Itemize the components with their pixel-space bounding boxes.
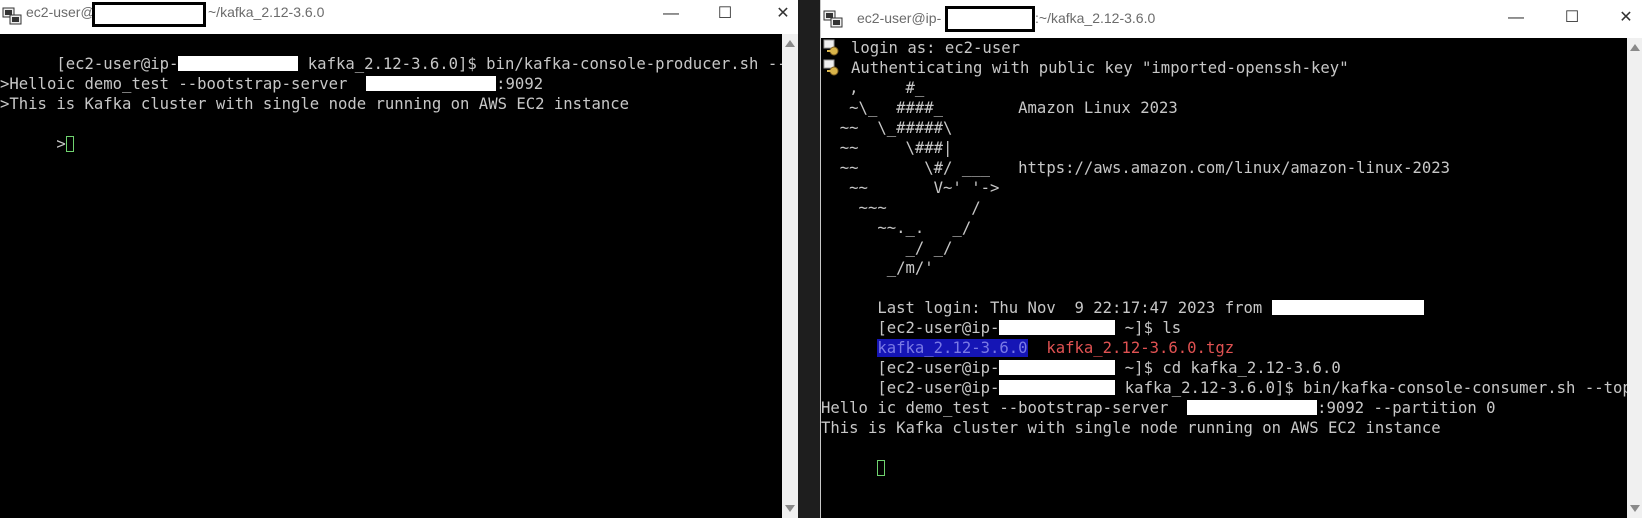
title-bar[interactable]: ec2-user@ip- :~/kafka_2.12-3.6.0 — ☐ ✕ <box>821 0 1642 38</box>
terminal-line: Authenticating with public key "imported… <box>851 59 1349 77</box>
ascii-art-line: _/m/' <box>821 259 934 277</box>
ascii-art-line: ~~ \_#####\ <box>821 119 953 137</box>
terminal-line: Hello <box>821 399 868 417</box>
redacted-hostname <box>945 6 1035 32</box>
terminal-prompt-line <box>821 438 886 476</box>
ascii-art-line: ~~ V~' '-> <box>821 179 1000 197</box>
terminal-line: [ec2-user@ip- ~]$ cd kafka_2.12-3.6.0 <box>877 359 1341 377</box>
terminal-prompt-line: > <box>0 114 74 153</box>
window-title-path: ~/kafka_2.12-3.6.0 <box>208 4 325 20</box>
terminal-line: [ec2-user@ip- kafka_2.12-3.6.0]$ bin/kaf… <box>877 379 1632 397</box>
terminal-line: This is Kafka cluster with single node r… <box>821 419 1441 437</box>
putty-icon <box>823 10 843 28</box>
redacted-server <box>1187 400 1318 415</box>
redacted-ip <box>1271 300 1424 315</box>
terminal-line: login as: ec2-user <box>851 39 1020 57</box>
ascii-art-line: ~~~ / <box>821 199 981 217</box>
ascii-art-line: ~~ \###| <box>821 139 953 157</box>
scrollbar[interactable] <box>782 34 798 518</box>
terminal-line: [ec2-user@ip- ~]$ ls <box>877 319 1182 337</box>
scroll-up-arrow-icon[interactable] <box>785 40 795 47</box>
terminal-area[interactable]: login as: ec2-user Authenticating with p… <box>821 38 1632 518</box>
terminal-area[interactable]: [ec2-user@ip- kafka_2.12-3.6.0]$ bin/kaf… <box>0 34 798 518</box>
maximize-button[interactable]: ☐ <box>1549 6 1595 32</box>
last-login-line: Last login: Thu Nov 9 22:17:47 2023 from <box>821 278 1424 317</box>
terminal-line: ic demo_test --bootstrap-server :9092 <box>56 75 544 93</box>
ascii-art-line: _/ _/ <box>821 239 953 257</box>
redacted-server <box>366 76 497 91</box>
putty-icon <box>2 7 22 25</box>
desktop-gap <box>798 0 820 518</box>
scroll-down-arrow-icon[interactable] <box>785 505 795 512</box>
terminal-line: ic demo_test --bootstrap-server :9092 --… <box>877 399 1496 417</box>
close-button[interactable]: ✕ <box>760 2 798 28</box>
close-button[interactable]: ✕ <box>1603 6 1642 32</box>
ascii-art-line: ~\_ ####_ Amazon Linux 2023 <box>821 99 1178 117</box>
scrollbar[interactable] <box>1627 38 1642 518</box>
window-title-path: :~/kafka_2.12-3.6.0 <box>1035 10 1156 26</box>
ascii-art-line: , #_ <box>821 79 925 97</box>
window-title-prefix: ec2-user@ <box>26 4 95 20</box>
key-icon <box>823 39 839 56</box>
scroll-up-arrow-icon[interactable] <box>1630 44 1640 51</box>
ascii-art-line: ~~._. _/ <box>821 219 972 237</box>
title-bar[interactable]: ec2-user@ ~/kafka_2.12-3.6.0 — ☐ ✕ <box>0 0 798 34</box>
terminal-line: [ec2-user@ip- kafka_2.12-3.6.0]$ bin/kaf… <box>56 55 798 73</box>
producer-terminal-window: ec2-user@ ~/kafka_2.12-3.6.0 — ☐ ✕ [ec2-… <box>0 0 798 518</box>
terminal-cursor <box>877 460 886 476</box>
scroll-down-arrow-icon[interactable] <box>1630 505 1640 512</box>
terminal-line: >This is Kafka cluster with single node … <box>0 95 630 113</box>
ls-output-line: kafka_2.12-3.6.0 kafka_2.12-3.6.0.tgz <box>821 318 1234 357</box>
minimize-button[interactable]: — <box>648 2 694 28</box>
minimize-button[interactable]: — <box>1493 6 1539 32</box>
key-icon <box>823 59 839 76</box>
terminal-cursor <box>65 136 74 152</box>
window-title-prefix: ec2-user@ip- <box>857 10 942 26</box>
redacted-hostname <box>92 2 206 27</box>
consumer-terminal-window: ec2-user@ip- :~/kafka_2.12-3.6.0 — ☐ ✕ l… <box>820 0 1642 518</box>
maximize-button[interactable]: ☐ <box>702 2 748 28</box>
ascii-art-line: ~~ \#/ ___ https://aws.amazon.com/linux/… <box>821 159 1451 177</box>
terminal-line: >Hello <box>0 75 57 93</box>
